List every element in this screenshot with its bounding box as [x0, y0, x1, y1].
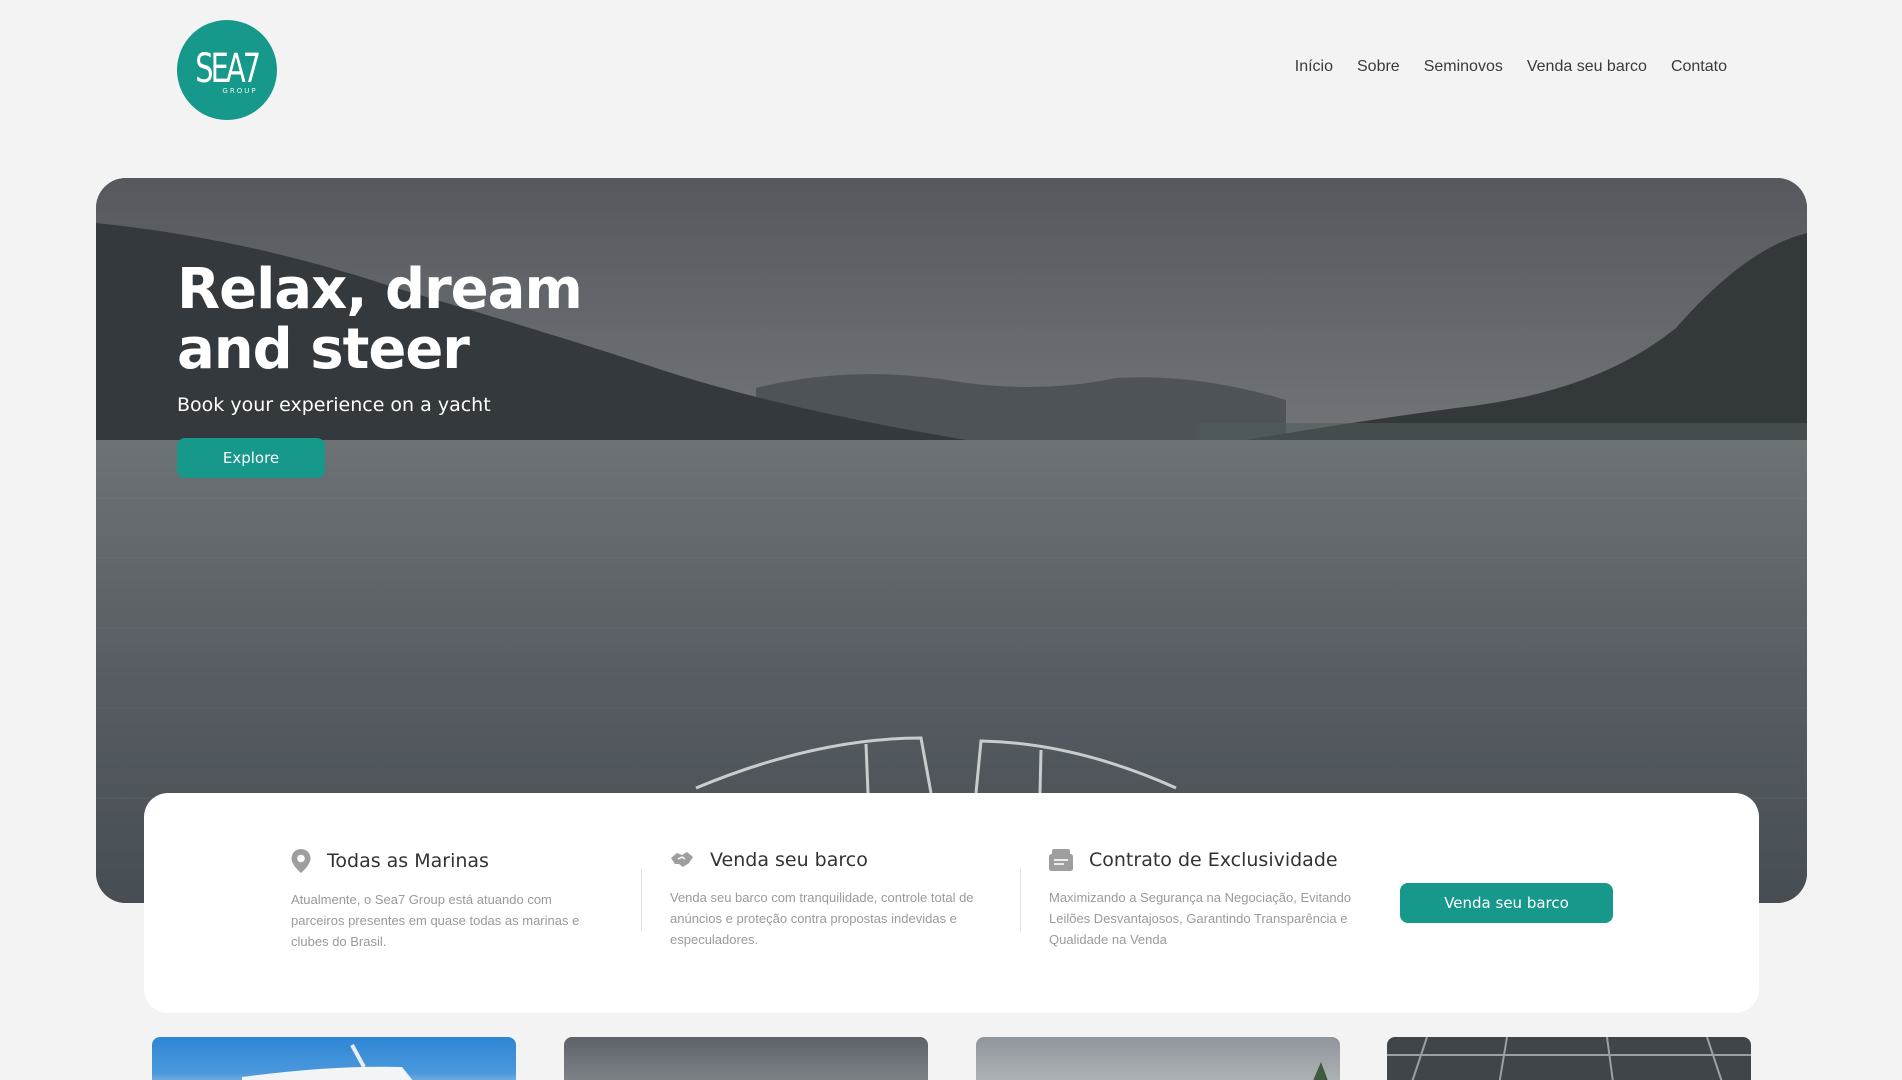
tree-image: [1313, 1062, 1328, 1080]
logo-text: SEA7: [195, 46, 261, 92]
feature-title: Venda seu barco: [710, 849, 868, 871]
features-card: Todas as Marinas Atualmente, o Sea7 Grou…: [144, 793, 1759, 1013]
feature-description: Atualmente, o Sea7 Group está atuando co…: [291, 892, 580, 949]
nav-seminovos[interactable]: Seminovos: [1424, 58, 1503, 76]
map-pin-icon: [291, 849, 311, 873]
boat-image: [242, 1044, 413, 1080]
hero-title: Relax, dream and steer: [177, 257, 583, 382]
sea7-logo[interactable]: SEA7 GROUP: [177, 20, 277, 120]
feature-description: Maximizando a Segurança na Negociação, E…: [1049, 890, 1352, 947]
divider: [1020, 869, 1021, 931]
sell-boat-button[interactable]: Venda seu barco: [1400, 883, 1613, 923]
nav-venda-seu-barco[interactable]: Venda seu barco: [1527, 58, 1647, 76]
feature-title: Contrato de Exclusividade: [1089, 849, 1338, 871]
divider: [641, 869, 642, 931]
handshake-icon: [671, 852, 693, 867]
main-nav: Início Sobre Seminovos Venda seu barco C…: [1295, 58, 1727, 76]
feature-venda-seu-barco: Venda seu barco Venda seu barco com tran…: [670, 849, 990, 950]
feature-contrato-de-exclusividade: Contrato de Exclusividade Maximizando a …: [1049, 849, 1369, 950]
feature-title: Todas as Marinas: [327, 850, 489, 872]
boat-thumbnail[interactable]: [564, 1037, 928, 1080]
explore-button[interactable]: Explore: [177, 438, 325, 478]
nav-sobre[interactable]: Sobre: [1357, 58, 1400, 76]
boat-thumbnail[interactable]: [1387, 1037, 1751, 1080]
nav-contato[interactable]: Contato: [1671, 58, 1727, 76]
hero-subtitle: Book your experience on a yacht: [177, 394, 491, 416]
contract-icon: [1049, 849, 1073, 871]
feature-todas-as-marinas: Todas as Marinas Atualmente, o Sea7 Grou…: [291, 849, 611, 952]
hangar-image: [1387, 1037, 1751, 1080]
feature-description: Venda seu barco com tranquilidade, contr…: [670, 890, 974, 947]
boat-thumbnail[interactable]: [976, 1037, 1340, 1080]
nav-inicio[interactable]: Início: [1295, 58, 1333, 76]
boat-thumbnail[interactable]: [152, 1037, 516, 1080]
